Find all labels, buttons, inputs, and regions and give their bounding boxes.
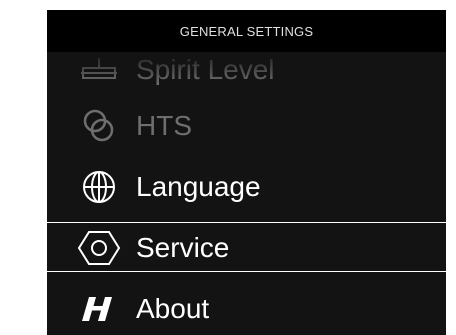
menu-item-hts[interactable]: HTS	[47, 100, 446, 152]
header-bar: GENERAL SETTINGS	[47, 10, 446, 52]
menu-item-about[interactable]: About	[47, 283, 446, 335]
spirit-level-icon	[77, 48, 121, 92]
menu-item-label: Language	[136, 171, 261, 202]
menu-item-label: Service	[136, 232, 230, 263]
hts-icon	[77, 104, 121, 148]
menu-item-language[interactable]: Language	[47, 161, 446, 213]
globe-icon	[77, 165, 121, 209]
menu-item-service[interactable]: Service	[47, 222, 446, 274]
menu-item-label: About	[136, 293, 210, 324]
hexagon-nut-icon	[77, 226, 121, 270]
menu-item-label: Spirit Level	[136, 54, 275, 85]
page-title: GENERAL SETTINGS	[179, 23, 314, 39]
hasselblad-h-icon	[77, 287, 121, 331]
menu-item-label: HTS	[136, 110, 192, 141]
settings-screen: GENERAL SETTINGS Spirit Level HTS Langua…	[47, 10, 446, 335]
